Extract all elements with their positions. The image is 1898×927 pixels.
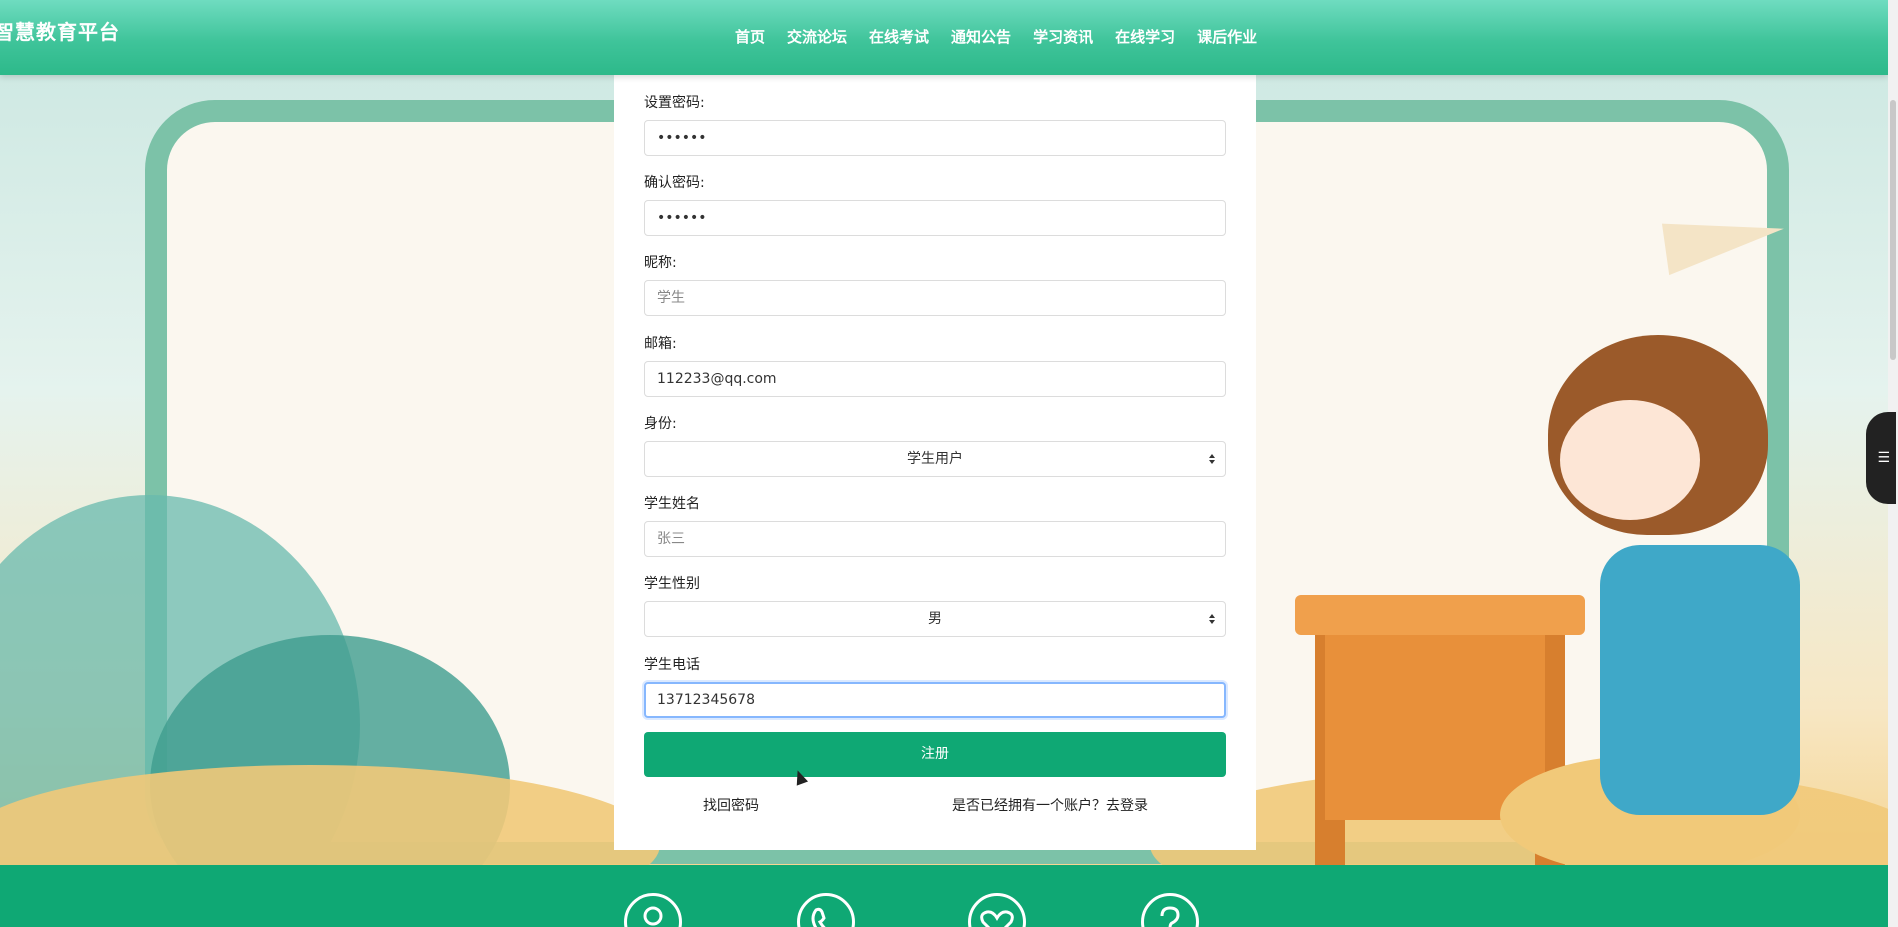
top-navbar: 智慧教育平台 首页 交流论坛 在线考试 通知公告 学习资讯 在线学习 课后作业 [0,0,1888,75]
student-phone-label: 学生电话 [644,657,700,673]
desk-top [1295,595,1585,635]
student-gender-select[interactable]: 男 [644,601,1226,637]
user-icon[interactable] [624,893,682,927]
phone-icon[interactable] [797,893,855,927]
email-input[interactable]: 112233@qq.com [644,361,1226,397]
nav-homework[interactable]: 课后作业 [1186,24,1268,49]
site-brand[interactable]: 智慧教育平台 [0,16,120,45]
nav-online-exam[interactable]: 在线考试 [858,24,940,49]
identity-label: 身份: [644,416,677,432]
register-form: 设置密码: •••••• 确认密码: •••••• 昵称: 学生 邮箱: 112… [614,75,1256,850]
go-login-link[interactable]: 是否已经拥有一个账户？去登录 [952,795,1148,815]
nav-notice[interactable]: 通知公告 [940,24,1022,49]
side-drawer-tab[interactable]: ☰ [1866,412,1896,504]
footer [0,865,1888,927]
student-name-input[interactable]: 张三 [644,521,1226,557]
confirm-password-label: 确认密码: [644,175,705,191]
page: 智慧教育平台 首页 交流论坛 在线考试 通知公告 学习资讯 在线学习 课后作业 … [0,0,1888,927]
question-icon[interactable] [1141,893,1199,927]
confirm-password-input[interactable]: •••••• [644,200,1226,236]
main-nav: 首页 交流论坛 在线考试 通知公告 学习资讯 在线学习 课后作业 [724,24,1268,49]
nav-home[interactable]: 首页 [724,24,776,49]
girl-body [1600,545,1800,815]
register-button[interactable]: 注册 [644,732,1226,777]
forgot-password-link[interactable]: 找回密码 [703,795,759,815]
nickname-label: 昵称: [644,255,677,271]
password-input[interactable]: •••••• [644,120,1226,156]
student-phone-input[interactable]: 13712345678 [644,682,1226,718]
nickname-input[interactable]: 学生 [644,280,1226,316]
nav-news[interactable]: 学习资讯 [1022,24,1104,49]
student-name-label: 学生姓名 [644,496,700,512]
menu-icon: ☰ [1877,450,1890,466]
nav-forum[interactable]: 交流论坛 [776,24,858,49]
email-label: 邮箱: [644,336,677,352]
identity-select[interactable]: 学生用户 [644,441,1226,477]
student-gender-select-value: 男 [928,611,942,627]
heart-icon[interactable] [968,893,1026,927]
password-label: 设置密码: [644,95,705,111]
scrollbar-thumb[interactable] [1890,100,1896,360]
identity-select-value: 学生用户 [907,451,963,467]
student-gender-label: 学生性别 [644,576,700,592]
girl-face [1560,400,1700,520]
nav-online-learning[interactable]: 在线学习 [1104,24,1186,49]
